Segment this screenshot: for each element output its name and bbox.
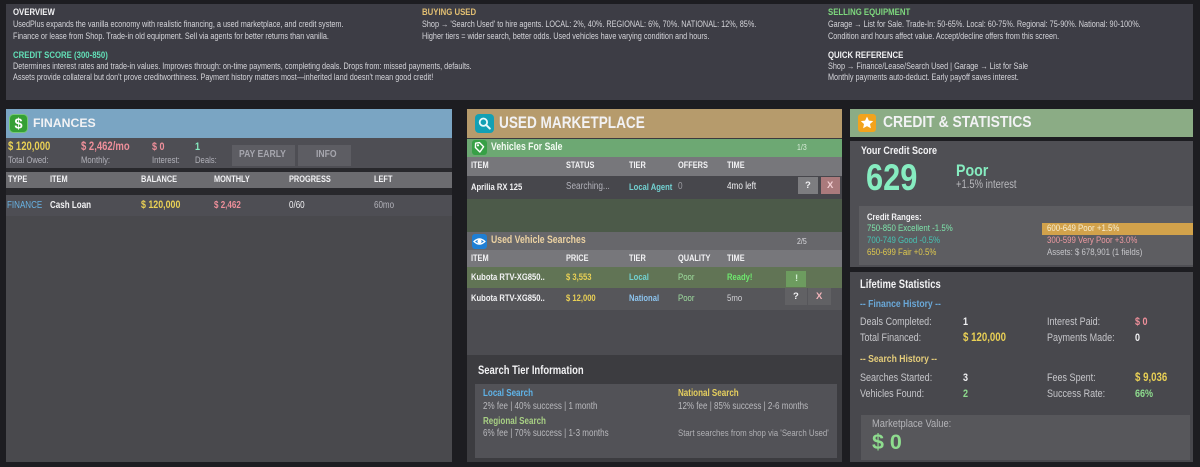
svg-text:$: $: [14, 117, 22, 133]
